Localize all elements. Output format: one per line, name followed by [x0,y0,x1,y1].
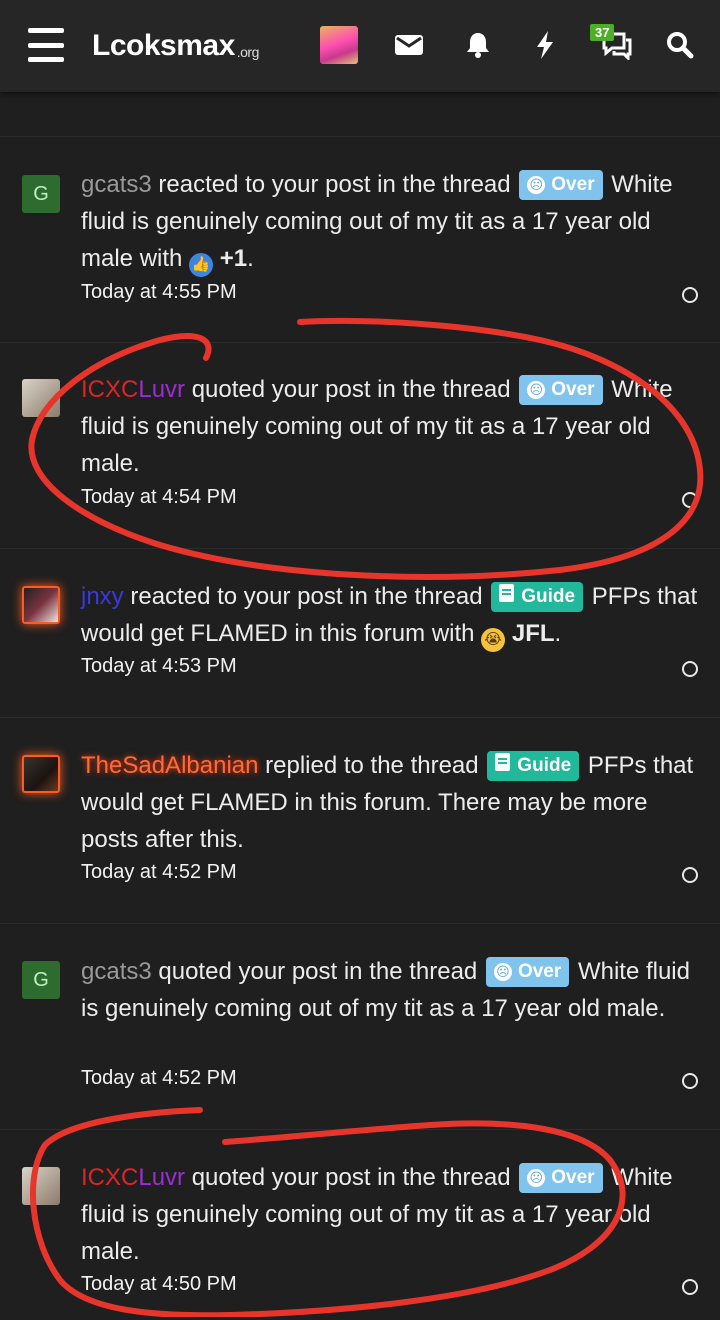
notification-item[interactable]: jnxy reacted to your post in the thread … [0,549,720,718]
lightning-icon[interactable] [525,25,565,65]
crying-laughing-icon: 😭 [481,628,506,652]
frown-icon: ☹ [527,381,546,399]
prefix-tag: ☹ Over [519,170,603,200]
top-navigation-bar: Lcoksmax .org 37 [0,0,720,92]
timestamp: Today at 4:50 PM [81,1273,237,1295]
notification-text: ICXCLuvr quoted your post in the thread … [81,1163,673,1265]
notification-text: TheSadAlbanian replied to the thread Gui… [81,751,694,853]
prefix-tag: ☹ Over [519,375,603,405]
timestamp: Today at 4:52 PM [81,1067,237,1089]
notification-item[interactable]: G gcats3 reacted to your post in the thr… [0,137,720,343]
notification-text: gcats3 quoted your post in the thread ☹ O… [81,957,690,1022]
avatar[interactable]: G [22,175,60,213]
prefix-tag: ☹ Over [519,1163,603,1193]
username-link[interactable]: ICXCLuvr [81,376,185,403]
username-link[interactable]: gcats3 [81,171,152,198]
notification-text: jnxy reacted to your post in the thread … [81,578,698,652]
avatar[interactable]: G [22,961,60,999]
notification-item[interactable]: TheSadAlbanian replied to the thread Gui… [0,718,720,924]
thumbs-up-icon: 👍 [189,253,214,277]
bell-icon[interactable] [458,25,498,65]
list-item-partial [0,92,720,137]
notification-item[interactable]: ICXCLuvr quoted your post in the thread … [0,343,720,549]
notification-list: G gcats3 reacted to your post in the thr… [0,92,720,1320]
search-icon[interactable] [660,25,700,65]
username-link[interactable]: ICXCLuvr [81,1164,185,1191]
timestamp: Today at 4:52 PM [81,861,237,883]
mark-read-toggle[interactable] [682,492,698,508]
username-link[interactable]: jnxy [81,583,124,610]
menu-icon[interactable] [28,28,64,62]
frown-icon: ☹ [493,963,512,981]
timestamp: Today at 4:54 PM [81,486,237,508]
timestamp: Today at 4:53 PM [81,655,237,677]
timestamp: Today at 4:55 PM [81,281,237,303]
mark-read-toggle[interactable] [682,1073,698,1089]
notification-text: gcats3 reacted to your post in the threa… [81,166,698,277]
mark-read-toggle[interactable] [682,867,698,883]
notification-item[interactable]: G gcats3 quoted your post in the thread … [0,924,720,1130]
book-icon [495,753,511,771]
mail-icon[interactable] [389,25,429,65]
prefix-tag: Guide [491,582,584,612]
site-logo[interactable]: Lcoksmax .org [92,26,259,66]
avatar[interactable] [22,755,60,793]
notification-text: ICXCLuvr quoted your post in the thread … [81,375,673,477]
mark-read-toggle[interactable] [682,1279,698,1295]
frown-icon: ☹ [527,1169,546,1187]
username-link[interactable]: TheSadAlbanian [81,752,258,779]
mark-read-toggle[interactable] [682,287,698,303]
book-icon [499,584,515,602]
avatar[interactable] [22,379,60,417]
username-link[interactable]: gcats3 [81,958,152,985]
mark-read-toggle[interactable] [682,661,698,677]
prefix-tag: Guide [487,751,580,781]
notification-item[interactable]: ICXCLuvr quoted your post in the thread … [0,1130,720,1320]
avatar[interactable] [22,586,60,624]
conversations-badge: 37 [590,24,615,41]
prefix-tag: ☹ Over [485,957,570,987]
user-avatar[interactable] [320,26,358,64]
frown-icon: ☹ [527,176,546,194]
avatar[interactable] [22,1167,60,1205]
